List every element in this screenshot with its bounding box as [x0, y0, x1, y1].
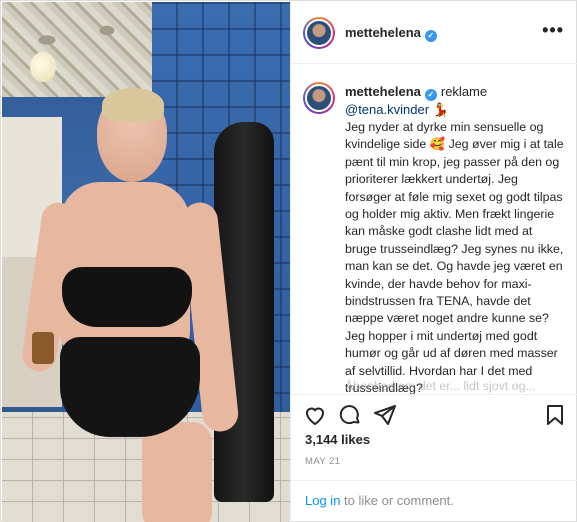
heart-icon[interactable] [303, 403, 329, 429]
post-date[interactable]: MAY 21 [305, 456, 340, 467]
caption-truncated-line: Åbenhed om det er... lidt sjovt og... [345, 379, 536, 393]
caption-text: Jeg nyder at dyrke min sensuelle og kvin… [345, 120, 564, 394]
hair [102, 88, 164, 122]
post-photo[interactable] [2, 2, 290, 522]
black-briefs [60, 337, 200, 437]
more-options-icon[interactable]: ••• [542, 20, 564, 41]
dancer-emoji: 💃 [432, 102, 449, 117]
caption-header: mettehelena ✓ reklame [345, 84, 487, 101]
verified-badge-icon: ✓ [424, 30, 437, 42]
leg [142, 422, 212, 522]
mention-line: @tena.kvinder 💃 [345, 102, 449, 118]
avatar[interactable] [303, 17, 335, 49]
login-prompt: Log in to like or comment. [291, 480, 577, 522]
login-row: Log in to like or comment. [305, 493, 454, 508]
login-rest-text: to like or comment. [340, 493, 454, 508]
wall-lamp [30, 52, 56, 82]
perfume-bottle [32, 332, 54, 364]
caption-avatar[interactable] [303, 82, 335, 114]
comment-icon[interactable] [338, 403, 364, 429]
wallpaper-pattern [2, 2, 152, 97]
instagram-post-card: mettehelena ✓ ••• mettehelena ✓ reklame @te… [0, 0, 577, 522]
woman-in-lingerie [20, 88, 240, 522]
sponsored-tag: reklame [440, 84, 488, 99]
header-username[interactable]: mettehelena ✓ [345, 25, 437, 42]
action-bar [291, 394, 577, 434]
verified-badge-icon: ✓ [424, 89, 437, 101]
caption-area: mettehelena ✓ reklame @tena.kvinder 💃 Jeg … [291, 64, 577, 394]
like-count[interactable]: 3,144 likes [305, 432, 370, 447]
login-link[interactable]: Log in [305, 493, 340, 508]
post-header: mettehelena ✓ ••• [291, 2, 577, 64]
username-text[interactable]: mettehelena [345, 25, 421, 40]
post-side-panel: mettehelena ✓ ••• mettehelena ✓ reklame @te… [290, 2, 577, 522]
paper-plane-icon[interactable] [373, 403, 399, 429]
black-bra [62, 267, 192, 327]
caption-username[interactable]: mettehelena [345, 84, 421, 99]
bookmark-icon[interactable] [543, 403, 569, 429]
mention-link[interactable]: @tena.kvinder [345, 102, 429, 117]
